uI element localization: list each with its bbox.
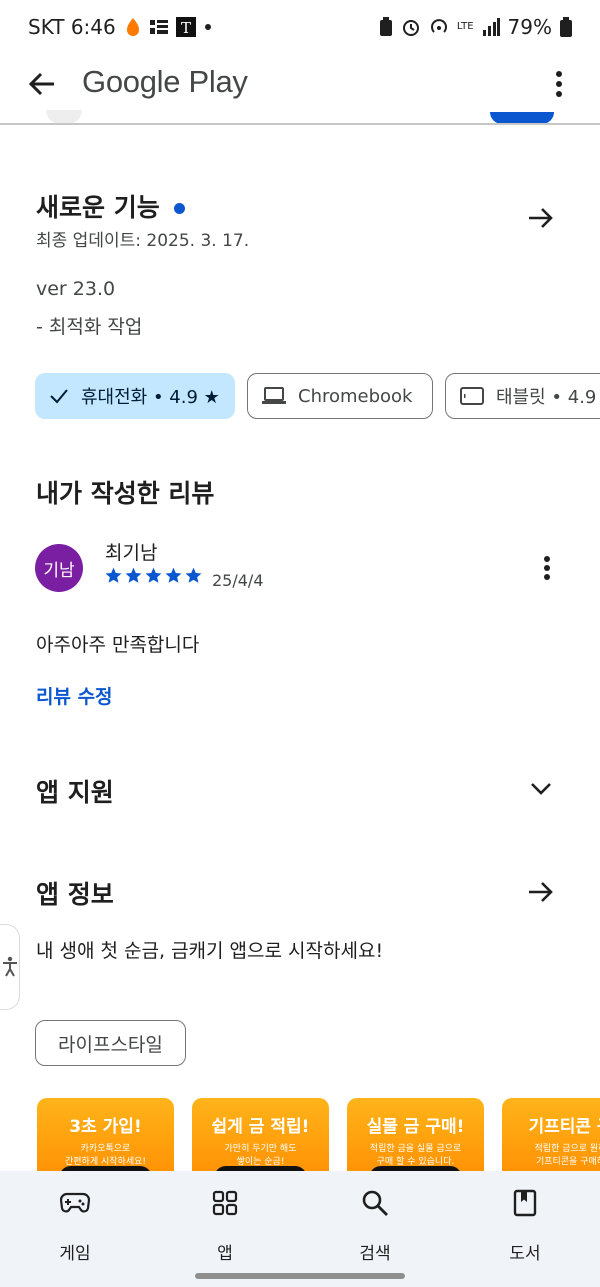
- screenshot-carousel[interactable]: 3초 가입! 카카오톡으로 간편하게 시작하세요! 쉽게 금 적립! 가만히 두…: [37, 1098, 600, 1178]
- arrow-forward-icon: [529, 208, 553, 228]
- my-review-title: 내가 작성한 리뷰: [36, 479, 215, 508]
- arrow-forward-icon: [529, 882, 553, 902]
- nav-games-label: 게임: [59, 1244, 91, 1264]
- whats-new-header[interactable]: 새로운 기능: [36, 188, 185, 224]
- star-icon: [145, 567, 162, 583]
- t-app-icon: T: [175, 17, 196, 37]
- review-text: 아주아주 만족합니다: [36, 634, 200, 656]
- version-text: ver 23.0: [36, 278, 116, 300]
- lte-icon: LTE: [456, 21, 474, 32]
- nav-books-label: 도서: [509, 1244, 541, 1264]
- screenshot-card[interactable]: 기프티콘 구 적립한 금으로 원하 기프티콘을 구매하: [502, 1098, 600, 1178]
- chip-phone[interactable]: 휴대전화 • 4.9 ★: [35, 373, 235, 419]
- nav-search[interactable]: 검색: [330, 1187, 420, 1264]
- star-icon: [185, 567, 202, 583]
- back-button[interactable]: [24, 66, 60, 102]
- back-arrow-icon: [28, 72, 54, 96]
- review-date: 25/4/4: [212, 571, 264, 590]
- search-icon: [330, 1187, 420, 1219]
- edit-review-link[interactable]: 리뷰 수정: [36, 682, 113, 709]
- chip-chromebook[interactable]: Chromebook: [247, 373, 433, 419]
- screenshot-title: 3초 가입!: [69, 1117, 142, 1137]
- avatar: 기남: [35, 544, 83, 592]
- signal-icon: [482, 18, 500, 36]
- svg-text:T: T: [181, 19, 191, 37]
- screenshot-card[interactable]: 쉽게 금 적립! 가만히 두기만 해도 쌓이는 순금!: [192, 1098, 329, 1178]
- screenshot-subtitle: 카카오톡으로: [80, 1144, 131, 1154]
- chevron-down-icon: [531, 783, 551, 795]
- star-icon: [125, 567, 142, 583]
- screenshot-title: 실물 금 구매!: [366, 1117, 465, 1137]
- reviewer-name: 최기남: [105, 542, 158, 564]
- review-more-button[interactable]: [534, 552, 560, 584]
- nav-games[interactable]: 게임: [30, 1187, 120, 1264]
- app-info-arrow-button[interactable]: [525, 876, 557, 908]
- screenshot-card[interactable]: 실물 금 구매! 적립한 금을 실물 금으로 구매 할 수 있습니다.: [347, 1098, 484, 1178]
- app-title: Google Play: [82, 64, 248, 99]
- new-indicator-dot: [173, 202, 185, 214]
- hotspot-icon: [429, 17, 449, 37]
- whats-new-arrow-button[interactable]: [525, 202, 557, 234]
- nav-apps[interactable]: 앱: [180, 1187, 270, 1264]
- app-bar-divider: [0, 123, 600, 125]
- book-icon: [480, 1187, 570, 1219]
- battery-percent: 79%: [507, 15, 552, 39]
- star-rating: [104, 566, 203, 585]
- alarm-icon: [401, 17, 421, 37]
- whats-new-title: 새로운 기능: [36, 193, 160, 222]
- apps-grid-icon: [180, 1187, 270, 1219]
- status-bar: SKT 6:46 T LTE 79%: [0, 0, 600, 54]
- app-description: 내 생애 첫 순금, 금캐기 앱으로 시작하세요!: [36, 940, 384, 962]
- nav-apps-label: 앱: [217, 1244, 233, 1264]
- category-chip[interactable]: 라이프스타일: [35, 1020, 186, 1066]
- device-chip-row: 휴대전화 • 4.9 ★ Chromebook 태블릿 • 4.9 ★: [35, 373, 600, 419]
- news-icon: [149, 19, 168, 35]
- battery-saver-icon: [379, 17, 393, 37]
- screenshot-title: 기프티콘 구: [528, 1117, 600, 1137]
- release-note: - 최적화 작업: [36, 316, 143, 338]
- chip-phone-label: 휴대전화 • 4.9 ★: [81, 387, 220, 408]
- tablet-icon: [460, 387, 484, 405]
- check-icon: [49, 388, 69, 404]
- gesture-navigation-bar[interactable]: [195, 1273, 405, 1279]
- screenshot-subtitle: 가만히 두기만 해도: [224, 1144, 297, 1154]
- more-notifications-dot-icon: [204, 23, 212, 31]
- accessibility-edge-handle[interactable]: [0, 924, 20, 1010]
- star-icon: [105, 567, 122, 583]
- nav-search-label: 검색: [359, 1244, 391, 1264]
- screenshot-card[interactable]: 3초 가입! 카카오톡으로 간편하게 시작하세요!: [37, 1098, 174, 1178]
- accessibility-icon: [2, 956, 17, 977]
- notification-app-icon: [124, 17, 142, 37]
- app-support-expand-button[interactable]: [525, 773, 557, 805]
- more-vert-icon: [556, 71, 562, 97]
- battery-icon: [560, 17, 572, 37]
- app-info-title[interactable]: 앱 정보: [36, 875, 114, 911]
- last-updated: 최종 업데이트: 2025. 3. 17.: [36, 231, 250, 251]
- app-support-title[interactable]: 앱 지원: [36, 773, 114, 809]
- screenshot-subtitle: 적립한 금을 실물 금으로: [369, 1144, 462, 1154]
- bottom-navigation: 게임 앱 검색 도서: [0, 1171, 600, 1287]
- chip-tablet-label: 태블릿 • 4.9 ★: [496, 387, 600, 408]
- gamepad-icon: [30, 1187, 120, 1219]
- chip-tablet[interactable]: 태블릿 • 4.9 ★: [445, 373, 600, 419]
- screenshot-subtitle: 적립한 금으로 원하: [534, 1144, 600, 1154]
- chip-chromebook-label: Chromebook: [298, 385, 413, 407]
- status-time: SKT 6:46: [28, 15, 116, 39]
- nav-books[interactable]: 도서: [480, 1187, 570, 1264]
- laptop-icon: [262, 387, 286, 405]
- screenshot-title: 쉽게 금 적립!: [211, 1117, 310, 1137]
- screenshot-subtitle: 기프티콘을 구매하: [535, 1157, 600, 1167]
- more-vert-icon: [544, 556, 550, 580]
- star-icon: [165, 567, 182, 583]
- overflow-menu-button[interactable]: [544, 66, 574, 102]
